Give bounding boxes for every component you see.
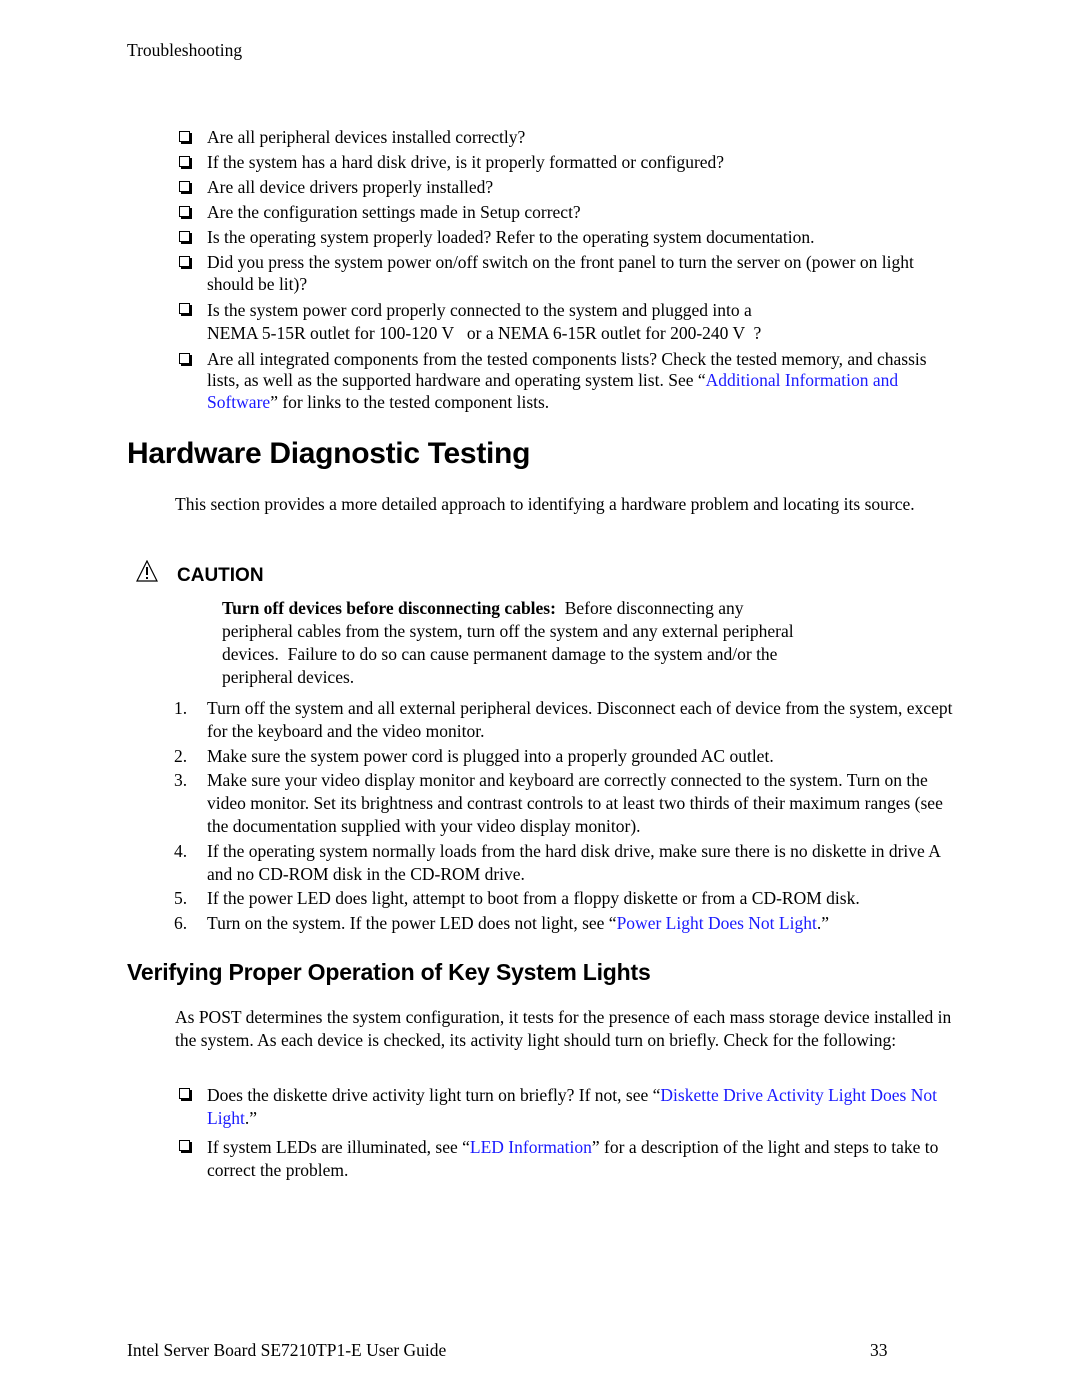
link-power-light-does-not-light[interactable]: Power Light Does Not Light: [617, 913, 817, 933]
checkbox-icon: [179, 303, 190, 315]
step-item: 4. If the operating system normally loads…: [174, 840, 940, 884]
step-item: 6. Turn on the system. If the power LED d…: [174, 912, 829, 933]
checklist-item: Did you press the system power on/off sw…: [179, 252, 959, 295]
checklist-item: Are all peripheral devices installed cor…: [179, 127, 959, 149]
caution-title: CAUTION: [177, 565, 264, 586]
checklist-item: Are all integrated components from the t…: [179, 349, 959, 414]
checklist-bottom: Does the diskette drive activity light t…: [179, 1084, 959, 1188]
checklist-item: Are all device drivers properly installe…: [179, 177, 959, 199]
step-item: 2. Make sure the system power cord is plu…: [174, 745, 774, 766]
checklist-item: Is the operating system properly loaded?…: [179, 227, 959, 249]
caution-body: Turn off devices before disconnecting ca…: [222, 598, 799, 687]
checkbox-icon: [179, 352, 190, 364]
checklist-top: Are all peripheral devices installed cor…: [179, 127, 959, 417]
page-number: 33: [870, 1340, 888, 1360]
diagnostic-steps: 1. Turn off the system and all external p…: [174, 697, 959, 936]
checklist-item: Does the diskette drive activity light t…: [179, 1084, 959, 1130]
section2-intro: As POST determines the system configurat…: [175, 1007, 952, 1050]
checkbox-icon: [179, 1140, 190, 1151]
link-led-information[interactable]: LED Information: [470, 1137, 592, 1157]
section-title-verifying-system-lights: Verifying Proper Operation of Key System…: [127, 959, 651, 985]
checklist-item: Is the system power cord properly connec…: [179, 299, 959, 345]
section-intro: This section provides a more detailed ap…: [175, 494, 915, 514]
checkbox-icon: [179, 206, 190, 218]
checkbox-icon: [179, 1088, 190, 1099]
step-item: 3. Make sure your video display monitor a…: [174, 770, 943, 836]
running-header: Troubleshooting: [127, 40, 243, 60]
caution-lead: Turn off devices before disconnecting ca…: [222, 598, 556, 618]
checklist-item: If system LEDs are illuminated, see “LED…: [179, 1136, 959, 1182]
checklist-item: If the system has a hard disk drive, is …: [179, 152, 959, 174]
checkbox-icon: [179, 181, 190, 193]
step-item: 5. If the power LED does light, attempt t…: [174, 888, 860, 908]
checkbox-icon: [179, 131, 190, 142]
checklist-item: Are the configuration settings made in S…: [179, 202, 959, 224]
footer-title: Intel Server Board SE7210TP1-E User Guid…: [127, 1340, 447, 1360]
step-item: 1. Turn off the system and all external p…: [174, 698, 953, 741]
checkbox-icon: [179, 156, 190, 168]
checkbox-icon: [179, 231, 190, 243]
checkbox-icon: [179, 256, 190, 268]
section-title-hardware-diagnostic-testing: Hardware Diagnostic Testing: [127, 437, 531, 470]
warning-triangle-icon: [136, 560, 158, 582]
